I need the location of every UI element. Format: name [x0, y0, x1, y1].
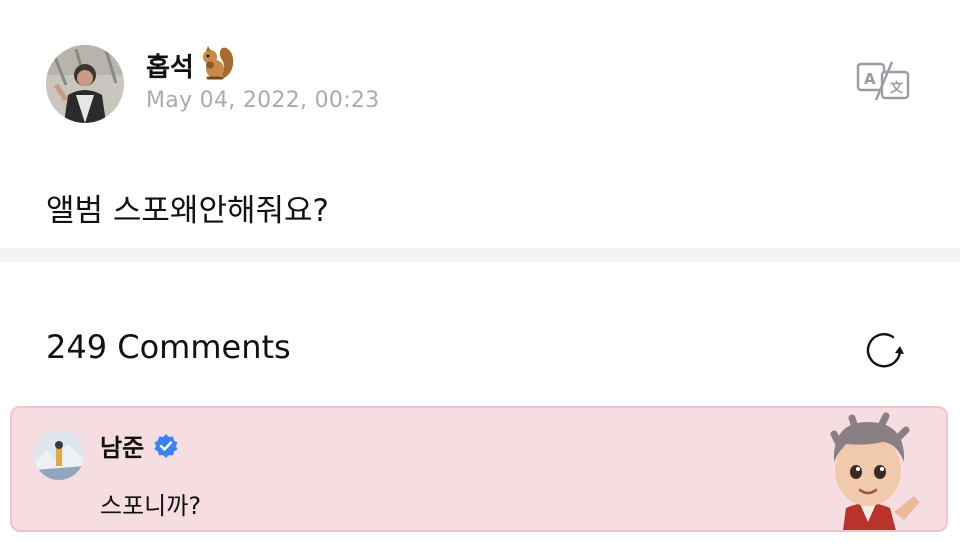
commenter-name[interactable]: 남준	[100, 428, 180, 463]
commenter-avatar[interactable]	[34, 430, 84, 480]
comment-item-highlighted[interactable]: 남준 스포니까?	[10, 406, 948, 532]
translate-icon: A 文	[856, 61, 910, 101]
verified-badge-icon	[154, 433, 178, 458]
translate-button[interactable]: A 文	[856, 60, 912, 102]
squirrel-emoji	[198, 42, 238, 89]
commenter-name-text: 남준	[100, 434, 145, 462]
comments-count: 249 Comments	[46, 328, 291, 366]
section-divider	[0, 248, 960, 262]
svg-text:A: A	[864, 70, 876, 88]
post-timestamp: May 04, 2022, 00:23	[146, 88, 380, 113]
refresh-button[interactable]	[860, 326, 908, 374]
post-header: 홉석 May 04, 2022, 00:23 A 文	[0, 0, 960, 150]
refresh-icon	[866, 333, 904, 368]
author-avatar[interactable]	[46, 45, 124, 123]
comment-text: 스포니까?	[100, 492, 202, 520]
character-sticker	[816, 412, 926, 530]
author-name-text: 홉석	[146, 53, 194, 83]
post-body-text: 앨범 스포왜안해줘요?	[46, 193, 329, 229]
author-name[interactable]: 홉석	[146, 42, 238, 89]
svg-text:文: 文	[890, 80, 904, 96]
